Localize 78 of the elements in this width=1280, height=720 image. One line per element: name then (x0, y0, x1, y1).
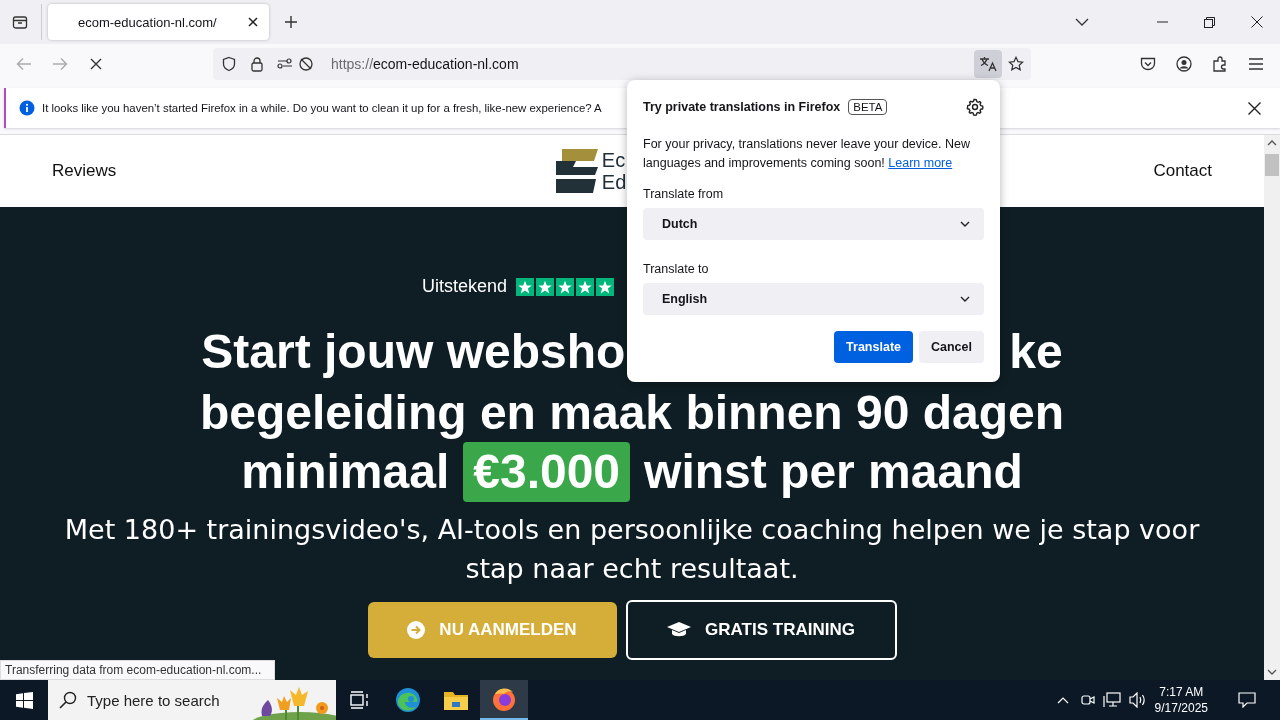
headline-text: Start jouw websho (201, 324, 626, 380)
scroll-down-icon[interactable] (1267, 669, 1277, 675)
search-field[interactable]: Type here to search (87, 691, 247, 709)
language-dropdown[interactable]: English (643, 283, 984, 315)
cancel-button[interactable]: Cancel (919, 331, 984, 363)
training-button[interactable]: GRATIS TRAINING (625, 600, 897, 660)
highlighted-amount: €3.000 (463, 441, 631, 502)
lock-icon[interactable] (250, 56, 264, 72)
network-icon[interactable] (1102, 692, 1121, 708)
pocket-icon[interactable] (1140, 57, 1156, 71)
learn-more-link[interactable]: Learn more (888, 156, 953, 170)
notification-message: It looks like you haven’t started Firefox in a while. Do you want to clean it up for a fresh, like-new experience? A (42, 102, 602, 114)
star-icon (576, 277, 595, 296)
account-icon[interactable] (1176, 56, 1192, 72)
taskbar-app[interactable] (480, 680, 528, 720)
edge-icon (395, 687, 421, 713)
tracking-blocked-icon[interactable] (298, 56, 314, 72)
logo-icon (555, 149, 598, 193)
translate-button[interactable] (974, 50, 1002, 78)
headline-text: minimaal (241, 444, 450, 500)
menu-icon[interactable] (1249, 58, 1263, 70)
nav-link[interactable]: Contact (1153, 161, 1212, 181)
chevron-down-icon (960, 221, 970, 227)
nav-link[interactable]: Reviews (52, 161, 117, 181)
star-icon (556, 277, 575, 296)
translate-button[interactable]: Translate (834, 331, 913, 363)
close-icon[interactable] (1248, 101, 1261, 115)
headline-text: ke (1009, 324, 1063, 380)
beta-badge: BETA (848, 99, 888, 115)
new-tab-icon[interactable] (284, 15, 298, 29)
url-text: https://ecom-education-nl.com (331, 56, 519, 72)
star-icon (536, 277, 555, 296)
logo-text: Ed (601, 171, 627, 193)
scroll-up-icon[interactable] (1267, 140, 1277, 146)
arrow-circle-icon (407, 621, 426, 639)
extensions-icon[interactable] (1212, 56, 1228, 72)
scrollbar-thumb[interactable] (1265, 154, 1279, 176)
shield-icon[interactable] (221, 56, 237, 72)
headline-text: begeleiding en maak binnen 90 dagen (199, 385, 1065, 441)
browser-tab[interactable]: ecom-education-nl.com/ (48, 4, 269, 40)
task-view-icon (350, 691, 370, 709)
field-label: Translate from (643, 187, 725, 201)
folder-icon (444, 690, 468, 710)
settings-icon[interactable] (966, 98, 984, 116)
language-dropdown[interactable]: Dutch (643, 208, 984, 240)
firefox-icon (491, 686, 517, 712)
camera-icon[interactable] (1080, 692, 1095, 708)
translate-icon (979, 56, 997, 72)
popup-title: Try private translations in Firefox (643, 100, 841, 114)
scrollbar[interactable] (1264, 135, 1280, 680)
star-icon[interactable] (1008, 56, 1024, 72)
star-icon (596, 277, 615, 296)
field-label: Translate to (643, 262, 710, 276)
clock[interactable]: 7:17 AM 9/17/2025 (1154, 684, 1208, 716)
logo-text: Ec (601, 149, 627, 171)
volume-icon[interactable] (1128, 692, 1147, 708)
permissions-icon[interactable] (277, 58, 293, 70)
close-icon[interactable] (247, 16, 259, 28)
graduation-cap-icon (667, 622, 692, 638)
search-icon (59, 691, 77, 709)
tab-list-icon[interactable] (12, 14, 28, 30)
rating-label: Uitstekend (422, 276, 508, 297)
hero-subtitle: Met 180+ trainingsvideo's, AI-tools en persoonlijke coaching helpen we je stap voor stap naar echt resultaat. (63, 513, 1201, 586)
notifications-icon[interactable] (1238, 692, 1256, 708)
windows-start-icon[interactable] (16, 691, 33, 709)
star-icon (516, 277, 535, 296)
chevron-down-icon[interactable] (1075, 18, 1089, 26)
info-icon (19, 100, 35, 116)
popup-description: For your privacy, translations never leave your device. New languages and improvements coming soon! Learn more (643, 136, 971, 172)
status-text: Transferring data from ecom-education-nl.com... (0, 660, 275, 680)
restore-icon[interactable] (1204, 16, 1215, 28)
stop-icon[interactable] (90, 58, 102, 70)
headline-text: winst per maand (644, 444, 1023, 500)
address-bar[interactable]: https://ecom-education-nl.com (213, 48, 1031, 80)
close-icon[interactable] (1251, 16, 1263, 28)
chevron-down-icon (960, 296, 970, 302)
search-bar[interactable]: Type here to search (48, 680, 336, 720)
chevron-up-icon[interactable] (1056, 696, 1069, 704)
